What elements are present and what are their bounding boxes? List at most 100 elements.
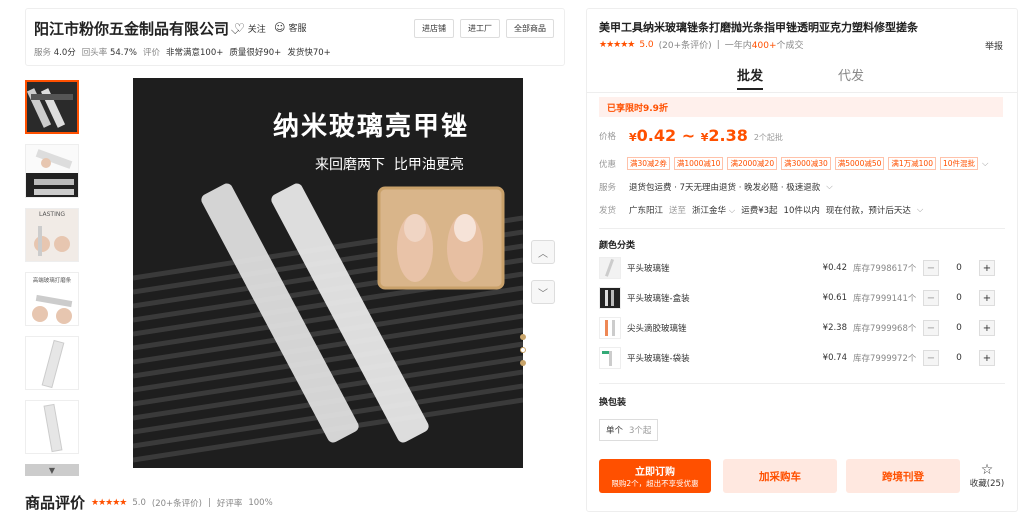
sku-stock: 库存7999968个 — [853, 324, 917, 334]
sku-stock: 库存7999141个 — [853, 294, 917, 304]
divider — [587, 92, 1017, 93]
ship-to-select[interactable]: 浙江金华 ⌵ — [692, 204, 735, 216]
review-count[interactable]: (20+条评价) — [659, 38, 712, 51]
sku-stock: 库存7998617个 — [853, 264, 917, 274]
sku-thumbnail[interactable] — [599, 317, 621, 339]
chevron-down-icon: ▼ — [48, 465, 56, 475]
sku-row: 尖头滴胶玻璃锉 ¥2.38 库存7999968个 − 0 + — [599, 315, 1003, 341]
decrement-button[interactable]: − — [923, 350, 939, 366]
chevron-down-icon[interactable]: ⌵ — [982, 159, 988, 169]
sku-row: 平头玻璃锉-袋装 ¥0.74 库存7999972个 − 0 + — [599, 345, 1003, 371]
image-headline: 纳米玻璃亮甲锉 — [273, 112, 470, 142]
quantity-value[interactable]: 0 — [939, 323, 979, 333]
coupon-tag[interactable]: 10件混批 — [939, 157, 979, 170]
quantity-value[interactable]: 0 — [939, 293, 979, 303]
quantity-stepper: − 0 + — [923, 320, 995, 336]
pager-dot[interactable] — [520, 360, 526, 366]
next-image-button[interactable]: ﹀ — [531, 280, 555, 304]
sku-row: 平头玻璃锉 ¥0.42 库存7998617个 − 0 + — [599, 255, 1003, 281]
sku-thumbnail[interactable] — [599, 287, 621, 309]
min-order: 2个起批 — [753, 133, 783, 142]
thumbnail[interactable]: LASTING — [25, 208, 79, 262]
thumbnail-list: LASTING 高端玻璃打磨条 ▼ — [25, 80, 79, 476]
chevron-down-icon[interactable]: ⌵ — [826, 182, 832, 192]
quantity-value[interactable]: 0 — [939, 353, 979, 363]
all-products-button[interactable]: 全部商品 — [506, 19, 554, 38]
shop-name[interactable]: 阳江市粉你五金制品有限公司 ⌵ — [34, 18, 239, 39]
coupon-tag[interactable]: 满1万减100 — [888, 157, 936, 170]
coupon-label: 优惠 — [599, 159, 617, 170]
review-count[interactable]: (20+条评价) — [152, 497, 202, 509]
coupon-tag[interactable]: 满2000减20 — [727, 157, 778, 170]
product-title: 美甲工具纳米玻璃锉条打磨抛光条指甲锉透明亚克力塑料修型搓条 — [599, 21, 918, 34]
star-icon: ☆ — [980, 462, 994, 478]
rating-score: 5.0 — [639, 39, 654, 50]
divider — [599, 383, 1005, 384]
tab-wholesale[interactable]: 批发 — [737, 65, 764, 90]
pager-dot[interactable] — [520, 334, 526, 340]
order-now-button[interactable]: 立即订购 限购2个，超出不享受优惠 — [599, 459, 711, 493]
reviews-summary: 商品评价 ★★★★★ 5.0 (20+条评价) | 好评率 100% — [25, 492, 273, 513]
sku-price: ¥2.38 — [822, 323, 847, 333]
customer-service-button[interactable]: ☺ 客服 — [274, 21, 306, 34]
favorite-button[interactable]: ☆ 收藏(25) — [967, 463, 1007, 489]
rating-score: 5.0 — [132, 497, 146, 508]
packaging-option[interactable]: 单个 3个起 — [599, 419, 659, 441]
service-text: 退货包运费 · 7天无理由退货 · 晚发必赔 · 极速退款 — [629, 183, 821, 193]
ship-to-word: 送至 — [669, 206, 687, 216]
thumbnail[interactable] — [25, 80, 79, 134]
price-label: 价格 — [599, 131, 617, 142]
sku-name: 平头玻璃锉-盒装 — [627, 294, 690, 304]
sku-thumbnail[interactable] — [599, 257, 621, 279]
thumbnail-caption: 高端玻璃打磨条 — [32, 278, 72, 284]
thumbnail[interactable] — [25, 144, 79, 198]
decrement-button[interactable]: − — [923, 290, 939, 306]
ship-fee: 运费¥3起 — [741, 206, 778, 216]
thumbnail-scroll-down[interactable]: ▼ — [25, 464, 79, 476]
image-subheadline: 来回磨两下 比甲油更亮 — [315, 157, 464, 173]
coupon-tag[interactable]: 满1000减10 — [673, 157, 724, 170]
price-row: 价格 ¥0.42 ~ ¥2.38 2个起批 — [599, 126, 783, 145]
quantity-value[interactable]: 0 — [939, 263, 979, 273]
decrement-button[interactable]: − — [923, 320, 939, 336]
sku-section-title: 颜色分类 — [599, 241, 636, 251]
sku-price: ¥0.42 — [822, 263, 847, 273]
add-to-cart-button[interactable]: 加采购车 — [723, 459, 837, 493]
sku-name: 尖头滴胶玻璃锉 — [627, 324, 687, 334]
enter-factory-button[interactable]: 进工厂 — [460, 19, 500, 38]
service-row: 服务 退货包运费 · 7天无理由退货 · 晚发必赔 · 极速退款 ⌵ — [599, 181, 833, 193]
chevron-down-icon[interactable]: ⌵ — [917, 205, 923, 215]
coupon-row: 优惠 满30减2券 满1000减10 满2000减20 满3000减30 满50… — [599, 157, 988, 170]
quantity-stepper: − 0 + — [923, 350, 995, 366]
decrement-button[interactable]: − — [923, 260, 939, 276]
prev-image-button[interactable]: ︿ — [531, 240, 555, 264]
thumbnail[interactable] — [25, 400, 79, 454]
quantity-stepper: − 0 + — [923, 290, 995, 306]
sku-name: 平头玻璃锉-袋装 — [627, 354, 690, 364]
coupon-tag[interactable]: 满3000减30 — [781, 157, 831, 170]
coupon-tag[interactable]: 满30减2券 — [627, 157, 670, 170]
enter-shop-button[interactable]: 进店铺 — [414, 19, 454, 38]
increment-button[interactable]: + — [979, 350, 995, 366]
chevron-up-icon: ︿ — [538, 248, 548, 260]
reviews-title: 商品评价 — [25, 494, 86, 512]
coupon-tag[interactable]: 满5000减50 — [834, 157, 885, 170]
tab-dropship[interactable]: 代发 — [838, 65, 864, 84]
increment-button[interactable]: + — [979, 260, 995, 276]
image-pager — [520, 334, 526, 366]
service-label: 服务 — [599, 183, 617, 193]
increment-button[interactable]: + — [979, 290, 995, 306]
thumbnail[interactable]: 高端玻璃打磨条 — [25, 272, 79, 326]
purchase-panel: 美甲工具纳米玻璃锉条打磨抛光条指甲锉透明亚克力塑料修型搓条 ★★★★★ 5.0 … — [586, 8, 1018, 512]
shipping-row: 发货 广东阳江 送至 浙江金华 ⌵ 运费¥3起 10件以内 现在付款，预计后天达… — [599, 204, 923, 216]
chevron-down-icon: ⌵ — [728, 206, 736, 216]
cross-border-list-button[interactable]: 跨境刊登 — [846, 459, 960, 493]
chevron-down-icon: ﹀ — [538, 288, 548, 300]
pager-dot[interactable] — [520, 347, 526, 353]
thumbnail[interactable] — [25, 336, 79, 390]
report-link[interactable]: 举报 — [985, 39, 1003, 52]
increment-button[interactable]: + — [979, 320, 995, 336]
sku-thumbnail[interactable] — [599, 347, 621, 369]
follow-button[interactable]: ♡ 关注 — [234, 21, 266, 35]
sku-price: ¥0.74 — [822, 353, 847, 363]
